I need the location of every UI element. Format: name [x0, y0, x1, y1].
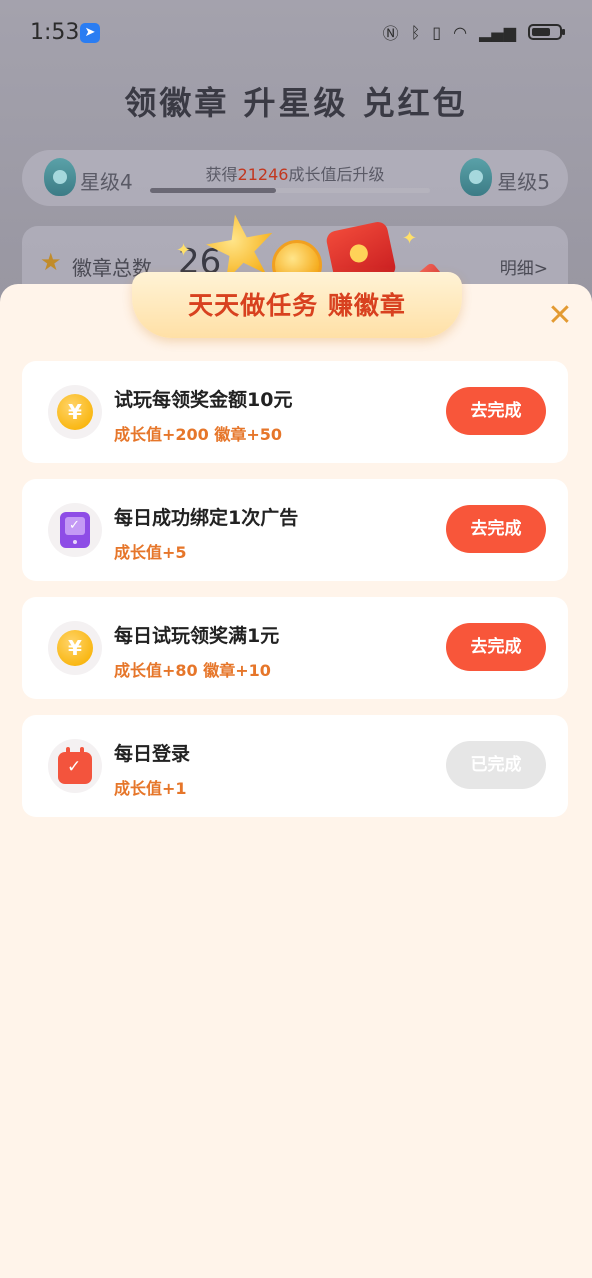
sparkle-icon: ✦ — [402, 228, 418, 249]
task-item-daily-login: ✓ 每日登录 成长值+1 已完成 — [22, 715, 568, 817]
task-reward: 成长值+5 — [114, 543, 187, 562]
task-icon: ✓ — [48, 503, 102, 557]
level-card: 星级4 获得21246成长值后升级 星级5 — [22, 150, 568, 206]
star-icon: ★ — [40, 248, 62, 276]
task-item-trial-10: ¥ 试玩每领奖金额10元 成长值+200 徽章+50 去完成 — [22, 361, 568, 463]
task-item-trial-1: ¥ 每日试玩领奖满1元 成长值+80 徽章+10 去完成 — [22, 597, 568, 699]
battery-icon — [528, 24, 565, 40]
task-title: 每日成功绑定1次广告 — [114, 507, 299, 529]
sparkle-icon: ✦ — [176, 240, 192, 261]
task-reward: 成长值+80 徽章+10 — [114, 661, 271, 680]
task-icon: ¥ — [48, 621, 102, 675]
task-reward: 成长值+1 — [114, 779, 187, 798]
nfc-icon: Ⓝ — [382, 24, 399, 43]
task-go-button[interactable]: 去完成 — [446, 387, 546, 435]
level-progress-suffix: 成长值后升级 — [288, 165, 385, 184]
yuan-coin-icon: ¥ — [57, 394, 93, 430]
task-completed-button: 已完成 — [446, 741, 546, 789]
level-progress-value: 21246 — [237, 165, 289, 184]
vibrate-icon: ▯ — [432, 22, 442, 42]
wifi-icon: ◠ — [453, 22, 468, 42]
notification-app-icon: ➤ — [80, 23, 100, 43]
tablet-check-icon: ✓ — [60, 512, 90, 548]
signal-icon: ▂▄▆ — [479, 22, 516, 42]
sheet-banner: 天天做任务 赚徽章 — [132, 272, 462, 338]
level-next: 星级5 — [497, 170, 550, 194]
status-icons: Ⓝ ᛒ ▯ ◠ ▂▄▆ — [382, 20, 565, 44]
task-title: 每日试玩领奖满1元 — [114, 625, 280, 647]
bluetooth-icon: ᛒ — [410, 22, 421, 42]
yuan-coin-icon: ¥ — [57, 630, 93, 666]
level-progress-track — [150, 188, 430, 193]
task-go-button[interactable]: 去完成 — [446, 505, 546, 553]
sheet-title: 天天做任务 赚徽章 — [188, 291, 406, 320]
close-icon[interactable]: ✕ — [544, 300, 576, 332]
level-progress-fill — [150, 188, 276, 193]
task-icon: ¥ — [48, 385, 102, 439]
level-next-badge-icon — [460, 158, 492, 196]
level-progress-prefix: 获得 — [205, 165, 238, 184]
calendar-check-icon: ✓ — [58, 747, 92, 784]
task-go-button[interactable]: 去完成 — [446, 623, 546, 671]
status-bar: 1:53 ➤ Ⓝ ᛒ ▯ ◠ ▂▄▆ — [0, 0, 592, 68]
task-title: 试玩每领奖金额10元 — [114, 389, 293, 411]
page-headline: 领徽章 升星级 兑红包 — [124, 84, 468, 122]
task-item-bind-ad: ✓ 每日成功绑定1次广告 成长值+5 去完成 — [22, 479, 568, 581]
badge-detail-link[interactable]: 明细> — [500, 254, 548, 279]
task-reward: 成长值+200 徽章+50 — [114, 425, 283, 444]
status-time: 1:53 — [30, 20, 80, 45]
task-icon: ✓ — [48, 739, 102, 793]
task-title: 每日登录 — [114, 743, 191, 765]
